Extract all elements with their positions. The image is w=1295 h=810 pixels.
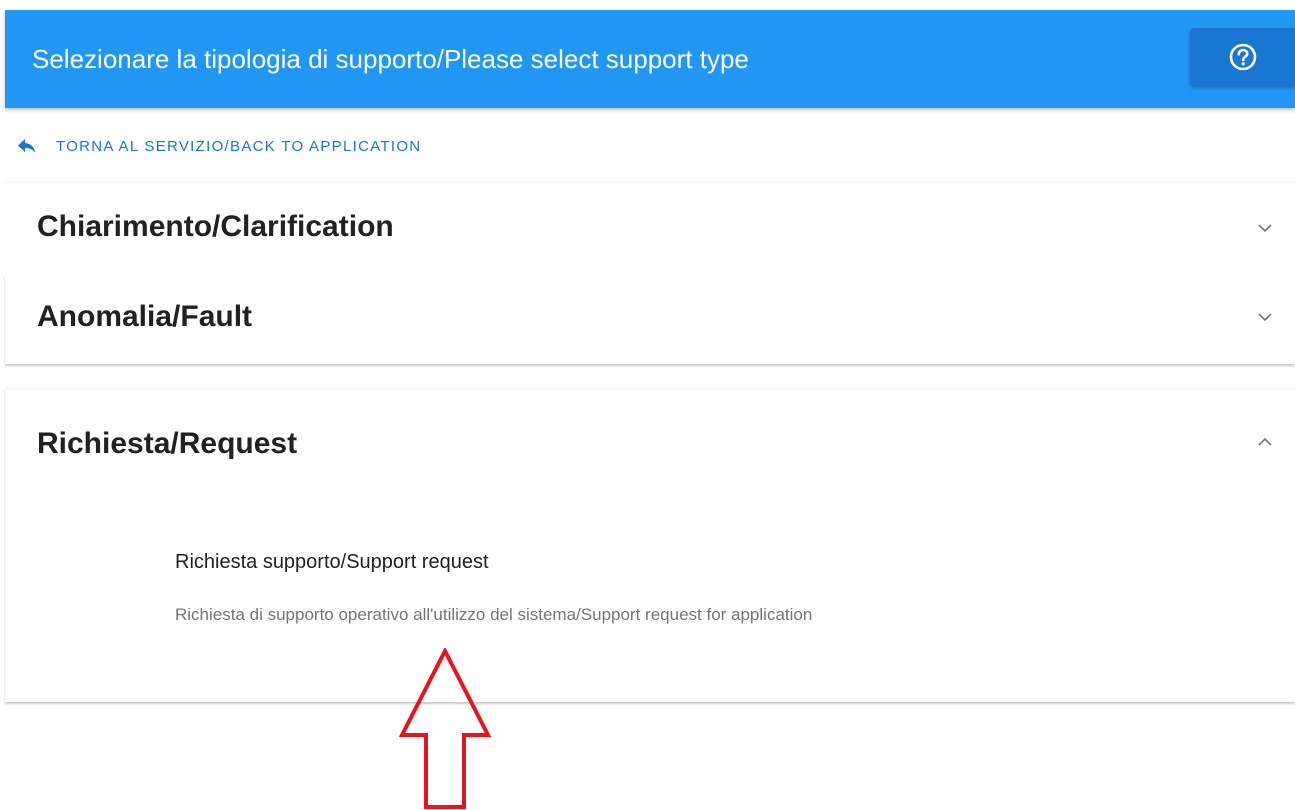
section-fault-title: Anomalia/Fault [37, 300, 253, 333]
section-clarification: Chiarimento/Clarification [5, 182, 1295, 275]
section-request-header[interactable]: Richiesta/Request [5, 389, 1295, 499]
app-header: Selezionare la tipologia di supporto/Ple… [5, 10, 1295, 108]
option-description: Richiesta di supporto operativo all'util… [175, 605, 813, 624]
chevron-down-icon [1258, 313, 1272, 322]
section-clarification-header[interactable]: Chiarimento/Clarification [5, 183, 1295, 274]
help-circle-icon [1229, 43, 1257, 71]
page-title: Selezionare la tipologia di supporto/Ple… [32, 44, 749, 74]
help-button[interactable] [1190, 28, 1295, 86]
back-link-label: TORNA AL SERVIZIO/BACK TO APPLICATION [56, 137, 422, 155]
support-request-option[interactable]: Richiesta supporto/Support request Richi… [175, 539, 1175, 639]
section-request-title: Richiesta/Request [37, 427, 298, 460]
support-type-page: Selezionare la tipologia di supporto/Ple… [0, 0, 1295, 810]
option-title: Richiesta supporto/Support request [175, 551, 489, 573]
chevron-down-icon [1258, 224, 1272, 233]
chevron-up-icon [1258, 437, 1272, 446]
reply-arrow-icon [18, 139, 36, 153]
section-request: Richiesta/Request Richiesta supporto/Sup… [5, 388, 1295, 702]
up-arrow-outline-icon [398, 648, 492, 809]
section-fault: Anomalia/Fault [5, 274, 1295, 364]
back-to-application-link[interactable]: TORNA AL SERVIZIO/BACK TO APPLICATION [17, 135, 421, 157]
section-clarification-title: Chiarimento/Clarification [37, 210, 394, 243]
section-fault-header[interactable]: Anomalia/Fault [5, 274, 1295, 364]
